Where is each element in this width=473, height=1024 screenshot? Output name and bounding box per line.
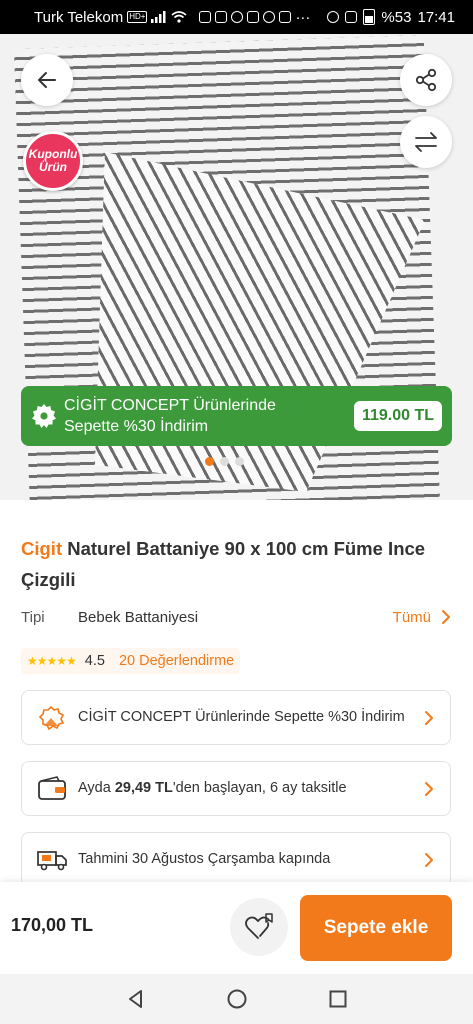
type-label: Tipi [21,608,45,626]
rating-row[interactable]: ★★★★★ 4.5 20 Değerlendirme [21,648,241,674]
gear-icon [32,404,56,428]
carrier-name: Turk Telekom [34,8,124,26]
network-badge: HD+ [127,11,148,23]
type-value: Bebek Battaniyesi [78,608,199,626]
signal-icon [151,11,166,23]
delivery-truck-icon [36,845,68,875]
product-name: Naturel Battaniye 90 x 100 cm Füme Ince … [21,538,426,590]
installment-amount: 29,49 TL [114,780,173,796]
chevron-right-icon [425,852,433,867]
rating-value: 4.5 [84,653,105,669]
nav-recents-icon[interactable] [328,989,348,1009]
pagination-dot[interactable] [205,457,214,466]
review-count-link[interactable]: 20 Değerlendirme [119,653,234,669]
delivery-text: Tahmini 30 Ağustos Çarşamba kapında [78,851,331,867]
favorite-button[interactable] [230,898,288,956]
status-bar: Turk Telekom HD+ ··· %53 17:41 [0,0,473,34]
chevron-right-icon [425,781,433,796]
brand-name[interactable]: Cigit [21,538,62,559]
compare-button[interactable] [400,116,452,168]
pagination-dot[interactable] [220,457,229,466]
type-row: Tipi Bebek Battaniyesi Tümü [21,606,451,628]
add-to-cart-button[interactable]: Sepete ekle [300,895,452,961]
heart-icon [245,913,273,939]
package-icon [247,11,260,23]
battery-percent: %53 [381,8,412,26]
app-notification-icon [263,11,276,23]
notification-icons: ··· [199,9,310,26]
campaign-text: CİGİT CONCEPT Ürünlerinde Sepette %30 İn… [78,709,405,725]
battery-icon [363,9,376,25]
installment-suffix: 'den başlayan, 6 ay taksitle [172,780,347,796]
wallet-icon [36,774,68,804]
alarm-icon [327,11,340,23]
clock: 17:41 [417,8,455,26]
vibrate-icon [345,11,358,23]
promo-price: 119.00 TL [353,401,442,431]
campaign-tag-icon [36,703,68,733]
promo-text: CİGİT CONCEPT Ürünlerinde Sepette %30 İn… [64,395,276,437]
chevron-right-icon [442,610,450,624]
coupon-badge-line2: Ürün [39,160,67,174]
instagram-icon [199,11,212,23]
promo-line1: CİGİT CONCEPT Ürünlerinde [64,397,276,414]
app-notification-icon [231,11,244,23]
star-rating-icon: ★★★★★ [27,654,77,668]
swap-arrows-icon [415,132,437,152]
share-button[interactable] [400,54,452,106]
system-navigation-bar [0,974,473,1024]
more-notifications-icon: ··· [295,8,311,26]
installment-card[interactable]: Ayda 29,49 TL'den başlayan, 6 ay taksitl… [21,761,451,816]
product-page: Turk Telekom HD+ ··· %53 17:41 Kuponlu Ü… [0,0,473,1024]
nav-home-icon[interactable] [226,988,248,1010]
type-all-label: Tümü [392,608,431,626]
price: 170,00 TL [11,915,94,935]
nav-back-icon[interactable] [126,989,146,1009]
pagination-dot[interactable] [235,457,244,466]
arrow-left-icon [38,72,56,88]
status-left: Turk Telekom HD+ ··· [34,9,310,26]
back-button[interactable] [21,54,73,106]
installment-prefix: Ayda [78,780,115,796]
chevron-right-icon [425,710,433,725]
bottom-action-bar: 170,00 TL Sepete ekle [0,882,473,974]
product-image-gallery[interactable]: Kuponlu Ürün CİGİT CONCEPT Ürünlerinde S… [0,34,473,500]
status-right: %53 17:41 [327,9,455,26]
delivery-card[interactable]: Tahmini 30 Ağustos Çarşamba kapında [21,832,451,887]
share-icon [415,68,437,92]
app-notification-icon [279,11,292,23]
image-pagination [205,457,244,466]
promo-banner[interactable]: CİGİT CONCEPT Ürünlerinde Sepette %30 İn… [21,386,452,446]
campaign-card[interactable]: CİGİT CONCEPT Ürünlerinde Sepette %30 İn… [21,690,451,745]
type-all-link[interactable]: Tümü [393,609,451,626]
product-title: Cigit Naturel Battaniye 90 x 100 cm Füme… [21,533,441,595]
promo-line2: Sepette %30 İndirim [64,418,209,435]
instagram-icon [215,11,228,23]
wifi-icon [171,11,187,23]
coupon-badge: Kuponlu Ürün [23,131,83,191]
installment-text: Ayda 29,49 TL'den başlayan, 6 ay taksitl… [78,779,422,798]
